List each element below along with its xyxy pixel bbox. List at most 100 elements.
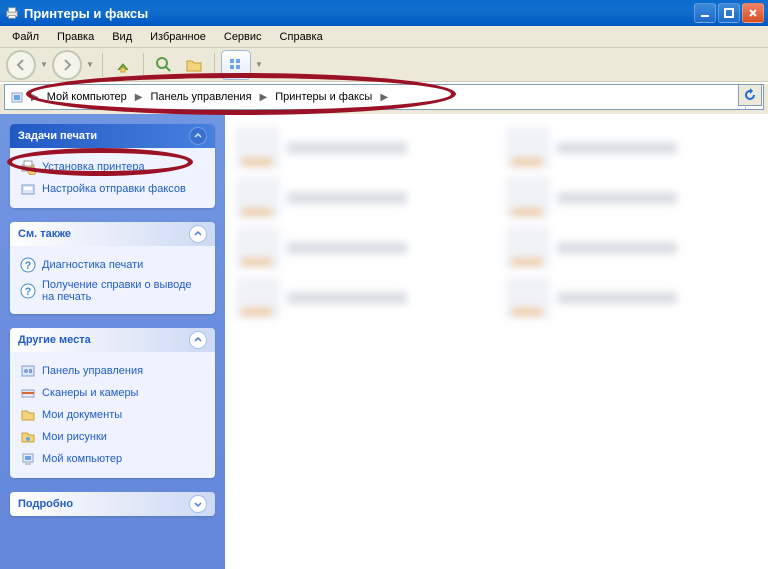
task-label: Настройка отправки факсов xyxy=(42,183,186,195)
forward-dropdown[interactable]: ▼ xyxy=(84,60,96,69)
panel-header-print-tasks[interactable]: Задачи печати xyxy=(10,124,215,148)
minimize-button[interactable] xyxy=(694,3,716,23)
expand-icon xyxy=(189,495,207,513)
link-label: Сканеры и камеры xyxy=(42,387,138,399)
control-panel-icon xyxy=(20,363,36,379)
up-button[interactable] xyxy=(109,51,137,79)
link-computer[interactable]: Мой компьютер xyxy=(20,448,205,470)
task-label: Получение справки о выводе на печать xyxy=(42,279,205,303)
link-documents[interactable]: Мои документы xyxy=(20,404,205,426)
item-label xyxy=(557,292,677,304)
help-icon: ? xyxy=(20,257,36,273)
menu-help[interactable]: Справка xyxy=(272,28,331,46)
collapse-icon xyxy=(189,225,207,243)
collapse-icon xyxy=(189,331,207,349)
printer-icon xyxy=(237,178,279,218)
list-item[interactable] xyxy=(507,278,757,318)
content-area[interactable] xyxy=(225,114,768,569)
window-title: Принтеры и факсы xyxy=(24,6,694,21)
address-root-icon[interactable] xyxy=(5,89,29,105)
task-label: Установка принтера xyxy=(42,161,145,173)
task-add-printer[interactable]: Установка принтера xyxy=(20,156,205,178)
list-item[interactable] xyxy=(237,128,487,168)
item-label xyxy=(287,242,407,254)
toolbar-separator xyxy=(143,53,144,77)
link-scanners[interactable]: Сканеры и камеры xyxy=(20,382,205,404)
refresh-button[interactable] xyxy=(738,84,762,106)
toolbar-separator xyxy=(102,53,103,77)
task-print-help[interactable]: ? Получение справки о выводе на печать xyxy=(20,276,205,306)
close-button[interactable] xyxy=(742,3,764,23)
printer-window-icon xyxy=(4,5,20,21)
views-dropdown[interactable]: ▼ xyxy=(253,60,265,69)
link-label: Мой компьютер xyxy=(42,453,122,465)
list-item[interactable] xyxy=(507,128,757,168)
search-button[interactable] xyxy=(150,51,178,79)
link-label: Панель управления xyxy=(42,365,143,377)
maximize-button[interactable] xyxy=(718,3,740,23)
panel-other-places: Другие места Панель управления Сканеры и… xyxy=(10,328,215,478)
panel-header-details[interactable]: Подробно xyxy=(10,492,215,516)
task-troubleshoot[interactable]: ? Диагностика печати xyxy=(20,254,205,276)
collapse-icon xyxy=(189,127,207,145)
help-icon: ? xyxy=(20,283,36,299)
computer-icon xyxy=(20,451,36,467)
menu-bar: Файл Правка Вид Избранное Сервис Справка xyxy=(0,26,768,48)
link-label: Мои документы xyxy=(42,409,122,421)
task-fax-setup[interactable]: Настройка отправки факсов xyxy=(20,178,205,200)
panel-title: Другие места xyxy=(18,334,91,346)
breadcrumb-item-control-panel[interactable]: Панель управления xyxy=(144,85,257,109)
views-button[interactable] xyxy=(221,50,251,80)
menu-edit[interactable]: Правка xyxy=(49,28,102,46)
panel-details: Подробно xyxy=(10,492,215,516)
item-label xyxy=(287,192,407,204)
panel-title: Подробно xyxy=(18,498,73,510)
list-item[interactable] xyxy=(507,178,757,218)
address-bar[interactable]: ▶ Мой компьютер ▶ Панель управления ▶ Пр… xyxy=(4,84,764,110)
panel-header-see-also[interactable]: См. также xyxy=(10,222,215,246)
toolbar: ▼ ▼ ▼ xyxy=(0,48,768,82)
menu-tools[interactable]: Сервис xyxy=(216,28,270,46)
task-pane: Задачи печати Установка принтера Настрой… xyxy=(0,114,225,569)
link-pictures[interactable]: Мои рисунки xyxy=(20,426,205,448)
breadcrumb-item-computer[interactable]: Мой компьютер xyxy=(41,85,133,109)
back-dropdown[interactable]: ▼ xyxy=(38,60,50,69)
back-button[interactable] xyxy=(6,50,36,80)
folder-icon xyxy=(20,407,36,423)
link-control-panel[interactable]: Панель управления xyxy=(20,360,205,382)
pictures-folder-icon xyxy=(20,429,36,445)
toolbar-separator xyxy=(214,53,215,77)
panel-header-other-places[interactable]: Другие места xyxy=(10,328,215,352)
panel-print-tasks: Задачи печати Установка принтера Настрой… xyxy=(10,124,215,208)
list-item[interactable] xyxy=(237,178,487,218)
task-label: Диагностика печати xyxy=(42,259,143,271)
link-label: Мои рисунки xyxy=(42,431,107,443)
svg-text:?: ? xyxy=(25,260,32,272)
list-item[interactable] xyxy=(237,228,487,268)
panel-see-also: См. также ? Диагностика печати ? Получен… xyxy=(10,222,215,314)
breadcrumb-separator-icon[interactable]: ▶ xyxy=(378,92,390,103)
breadcrumb-item-printers[interactable]: Принтеры и факсы xyxy=(269,85,378,109)
menu-favorites[interactable]: Избранное xyxy=(142,28,214,46)
item-label xyxy=(287,142,407,154)
menu-view[interactable]: Вид xyxy=(104,28,140,46)
printer-add-icon xyxy=(20,159,36,175)
printer-icon xyxy=(507,228,549,268)
item-label xyxy=(557,142,677,154)
panel-title: Задачи печати xyxy=(18,130,97,142)
printer-icon xyxy=(507,128,549,168)
printer-icon xyxy=(507,178,549,218)
printer-icon xyxy=(507,278,549,318)
breadcrumb-separator-icon[interactable]: ▶ xyxy=(258,92,270,103)
list-item[interactable] xyxy=(237,278,487,318)
folders-button[interactable] xyxy=(180,51,208,79)
item-label xyxy=(557,192,677,204)
breadcrumb-separator-icon[interactable]: ▶ xyxy=(133,92,145,103)
forward-button[interactable] xyxy=(52,50,82,80)
list-item[interactable] xyxy=(507,228,757,268)
printer-icon xyxy=(237,228,279,268)
breadcrumb-separator-icon[interactable]: ▶ xyxy=(29,92,41,103)
title-bar: Принтеры и факсы xyxy=(0,0,768,26)
menu-file[interactable]: Файл xyxy=(4,28,47,46)
scanner-icon xyxy=(20,385,36,401)
